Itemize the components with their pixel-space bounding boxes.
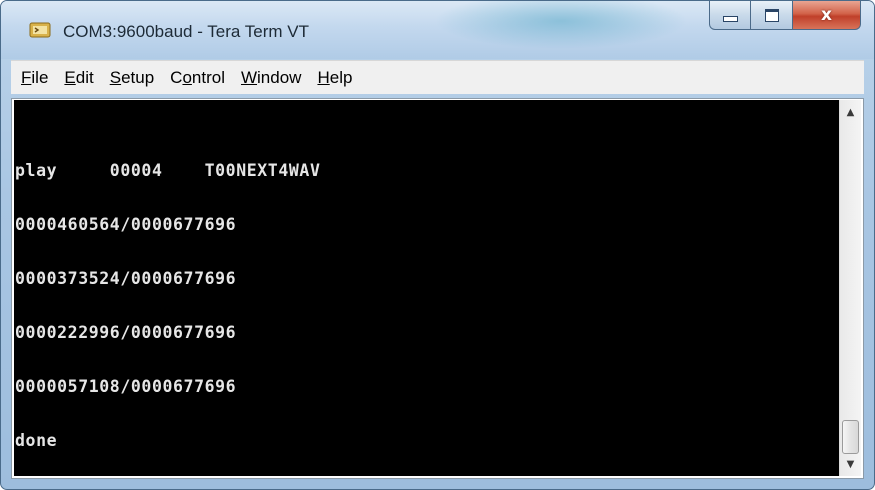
- menu-file[interactable]: File: [13, 66, 56, 90]
- terminal-line: done: [15, 431, 58, 450]
- title-bar[interactable]: COM3:9600baud - Tera Term VT x: [1, 1, 874, 59]
- menu-window[interactable]: Window: [233, 66, 309, 90]
- menu-setup[interactable]: Setup: [102, 66, 162, 90]
- close-button[interactable]: x: [793, 1, 861, 30]
- close-icon: x: [821, 4, 832, 25]
- minimize-button[interactable]: [709, 1, 751, 30]
- terminal-line: 0000373524/0000677696: [15, 269, 237, 288]
- terminal-line: 0000222996/0000677696: [15, 323, 237, 342]
- terminal-lines: play 00004 T00NEXT4WAV 0000460564/000067…: [15, 126, 320, 476]
- terminal-line: play 00004 T00NEXT4WAV: [15, 161, 321, 180]
- terminal-line: 0000057108/0000677696: [15, 377, 237, 396]
- terminal-output[interactable]: play 00004 T00NEXT4WAV 0000460564/000067…: [14, 100, 839, 476]
- menu-control[interactable]: Control: [162, 66, 233, 90]
- tera-term-window: COM3:9600baud - Tera Term VT x File Edit…: [0, 0, 875, 490]
- tera-term-app-icon: [29, 22, 51, 38]
- scrollbar-thumb[interactable]: [842, 420, 859, 454]
- scroll-up-arrow-icon[interactable]: ▲: [840, 102, 861, 122]
- terminal-line: 0000460564/0000677696: [15, 215, 237, 234]
- menu-edit[interactable]: Edit: [56, 66, 101, 90]
- scroll-down-arrow-icon[interactable]: ▼: [840, 454, 861, 474]
- window-title: COM3:9600baud - Tera Term VT: [63, 22, 309, 41]
- maximize-button[interactable]: [751, 1, 793, 30]
- vertical-scrollbar[interactable]: ▲ ▼: [839, 100, 861, 476]
- minimize-icon: [722, 16, 738, 22]
- menu-help[interactable]: Help: [309, 66, 360, 90]
- menu-bar: File Edit Setup Control Window Help: [11, 60, 864, 94]
- maximize-icon: [764, 8, 779, 22]
- caption-buttons: x: [709, 1, 861, 31]
